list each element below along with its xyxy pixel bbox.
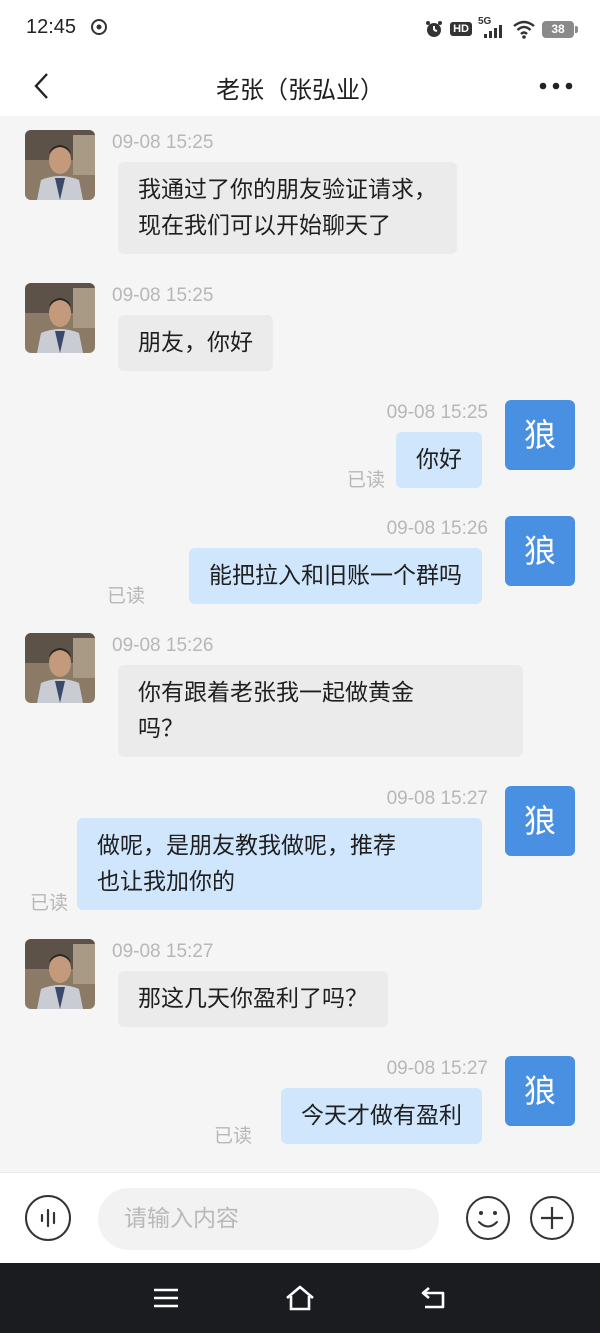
input-bar	[0, 1172, 600, 1263]
message-bubble[interactable]: 朋友，你好	[118, 315, 273, 371]
contact-avatar[interactable]	[25, 633, 95, 703]
contact-avatar-image	[25, 283, 95, 353]
read-status: 已读	[346, 469, 385, 491]
system-nav-bar	[0, 1263, 600, 1333]
more-actions-button[interactable]	[529, 1195, 575, 1241]
chat-header: 老张（张弘业）	[0, 58, 600, 116]
contact-avatar[interactable]	[25, 130, 95, 200]
message-text-line: 你有跟着老张我一起做黄金	[138, 680, 414, 706]
nav-back-button[interactable]	[417, 1281, 451, 1315]
my-avatar[interactable]: 狼	[505, 1056, 575, 1126]
emoji-button[interactable]	[465, 1195, 511, 1241]
alarm-icon	[426, 21, 443, 37]
message-bubble[interactable]: 你好	[396, 432, 482, 488]
message-text-line: 做呢，是朋友教我做呢，推荐	[97, 833, 396, 859]
nav-home-button[interactable]	[283, 1281, 317, 1315]
read-status: 已读	[213, 1125, 252, 1147]
message-text-line: 我通过了你的朋友验证请求，	[138, 177, 437, 203]
status-bar: 12:45 HD 5G 38	[0, 0, 600, 58]
read-status: 已读	[106, 585, 145, 607]
message-time: 09-08 15:27	[386, 788, 488, 809]
battery-indicator: 38	[542, 20, 578, 38]
message-bubble[interactable]: 我通过了你的朋友验证请求， 现在我们可以开始聊天了	[118, 162, 457, 254]
contact-avatar-image	[25, 939, 95, 1009]
message-time: 09-08 15:25	[386, 402, 488, 423]
message-bubble[interactable]: 你有跟着老张我一起做黄金 吗？	[118, 665, 523, 757]
my-avatar[interactable]: 狼	[505, 786, 575, 856]
message-list[interactable]: 09-08 15:25 我通过了你的朋友验证请求， 现在我们可以开始聊天了 09…	[0, 116, 600, 1172]
smiley-icon	[466, 1196, 510, 1240]
message-bubble[interactable]: 能把拉入和旧账一个群吗	[189, 548, 482, 604]
message-text-line: 你好	[416, 447, 462, 473]
message-text-line: 能把拉入和旧账一个群吗	[209, 563, 462, 589]
message-time: 09-08 15:26	[386, 518, 488, 539]
more-dots-icon	[539, 82, 573, 90]
message-time: 09-08 15:25	[112, 132, 214, 153]
message-time: 09-08 15:27	[386, 1058, 488, 1079]
read-status: 已读	[29, 892, 68, 914]
signal-icon: 5G	[478, 16, 506, 39]
my-avatar[interactable]: 狼	[505, 400, 575, 470]
sync-icon	[91, 19, 107, 35]
voice-button[interactable]	[25, 1195, 71, 1241]
message-time: 09-08 15:25	[112, 285, 214, 306]
contact-avatar[interactable]	[25, 939, 95, 1009]
contact-avatar[interactable]	[25, 283, 95, 353]
status-icons: HD 5G 38	[424, 16, 578, 42]
my-avatar[interactable]: 狼	[505, 516, 575, 586]
back-arrow-icon	[421, 1287, 445, 1309]
message-text-line: 现在我们可以开始聊天了	[138, 213, 391, 239]
message-text-line: 吗？	[138, 716, 184, 742]
message-time: 09-08 15:26	[112, 635, 214, 656]
message-text-line: 那这几天你盈利了吗？	[138, 986, 368, 1012]
status-time: 12:45	[26, 16, 77, 38]
more-button[interactable]	[534, 66, 578, 106]
message-text-line: 今天才做有盈利	[301, 1103, 462, 1129]
chat-title: 老张（张弘业）	[216, 76, 384, 104]
message-bubble[interactable]: 今天才做有盈利	[281, 1088, 482, 1144]
message-time: 09-08 15:27	[112, 941, 214, 962]
contact-avatar-image	[25, 633, 95, 703]
message-input[interactable]	[98, 1188, 439, 1250]
message-bubble[interactable]: 那这几天你盈利了吗？	[118, 971, 388, 1027]
wifi-icon	[513, 20, 535, 39]
menu-icon	[154, 1288, 178, 1308]
voice-wave-icon	[40, 1208, 56, 1228]
nav-menu-button[interactable]	[149, 1281, 183, 1315]
message-bubble[interactable]: 做呢，是朋友教我做呢，推荐 也让我加你的	[77, 818, 482, 910]
home-icon	[286, 1285, 314, 1311]
contact-avatar-image	[25, 130, 95, 200]
message-text-line: 朋友，你好	[138, 330, 253, 356]
hd-badge: HD	[450, 22, 472, 36]
message-text-line: 也让我加你的	[97, 869, 235, 895]
plus-icon	[530, 1196, 574, 1240]
